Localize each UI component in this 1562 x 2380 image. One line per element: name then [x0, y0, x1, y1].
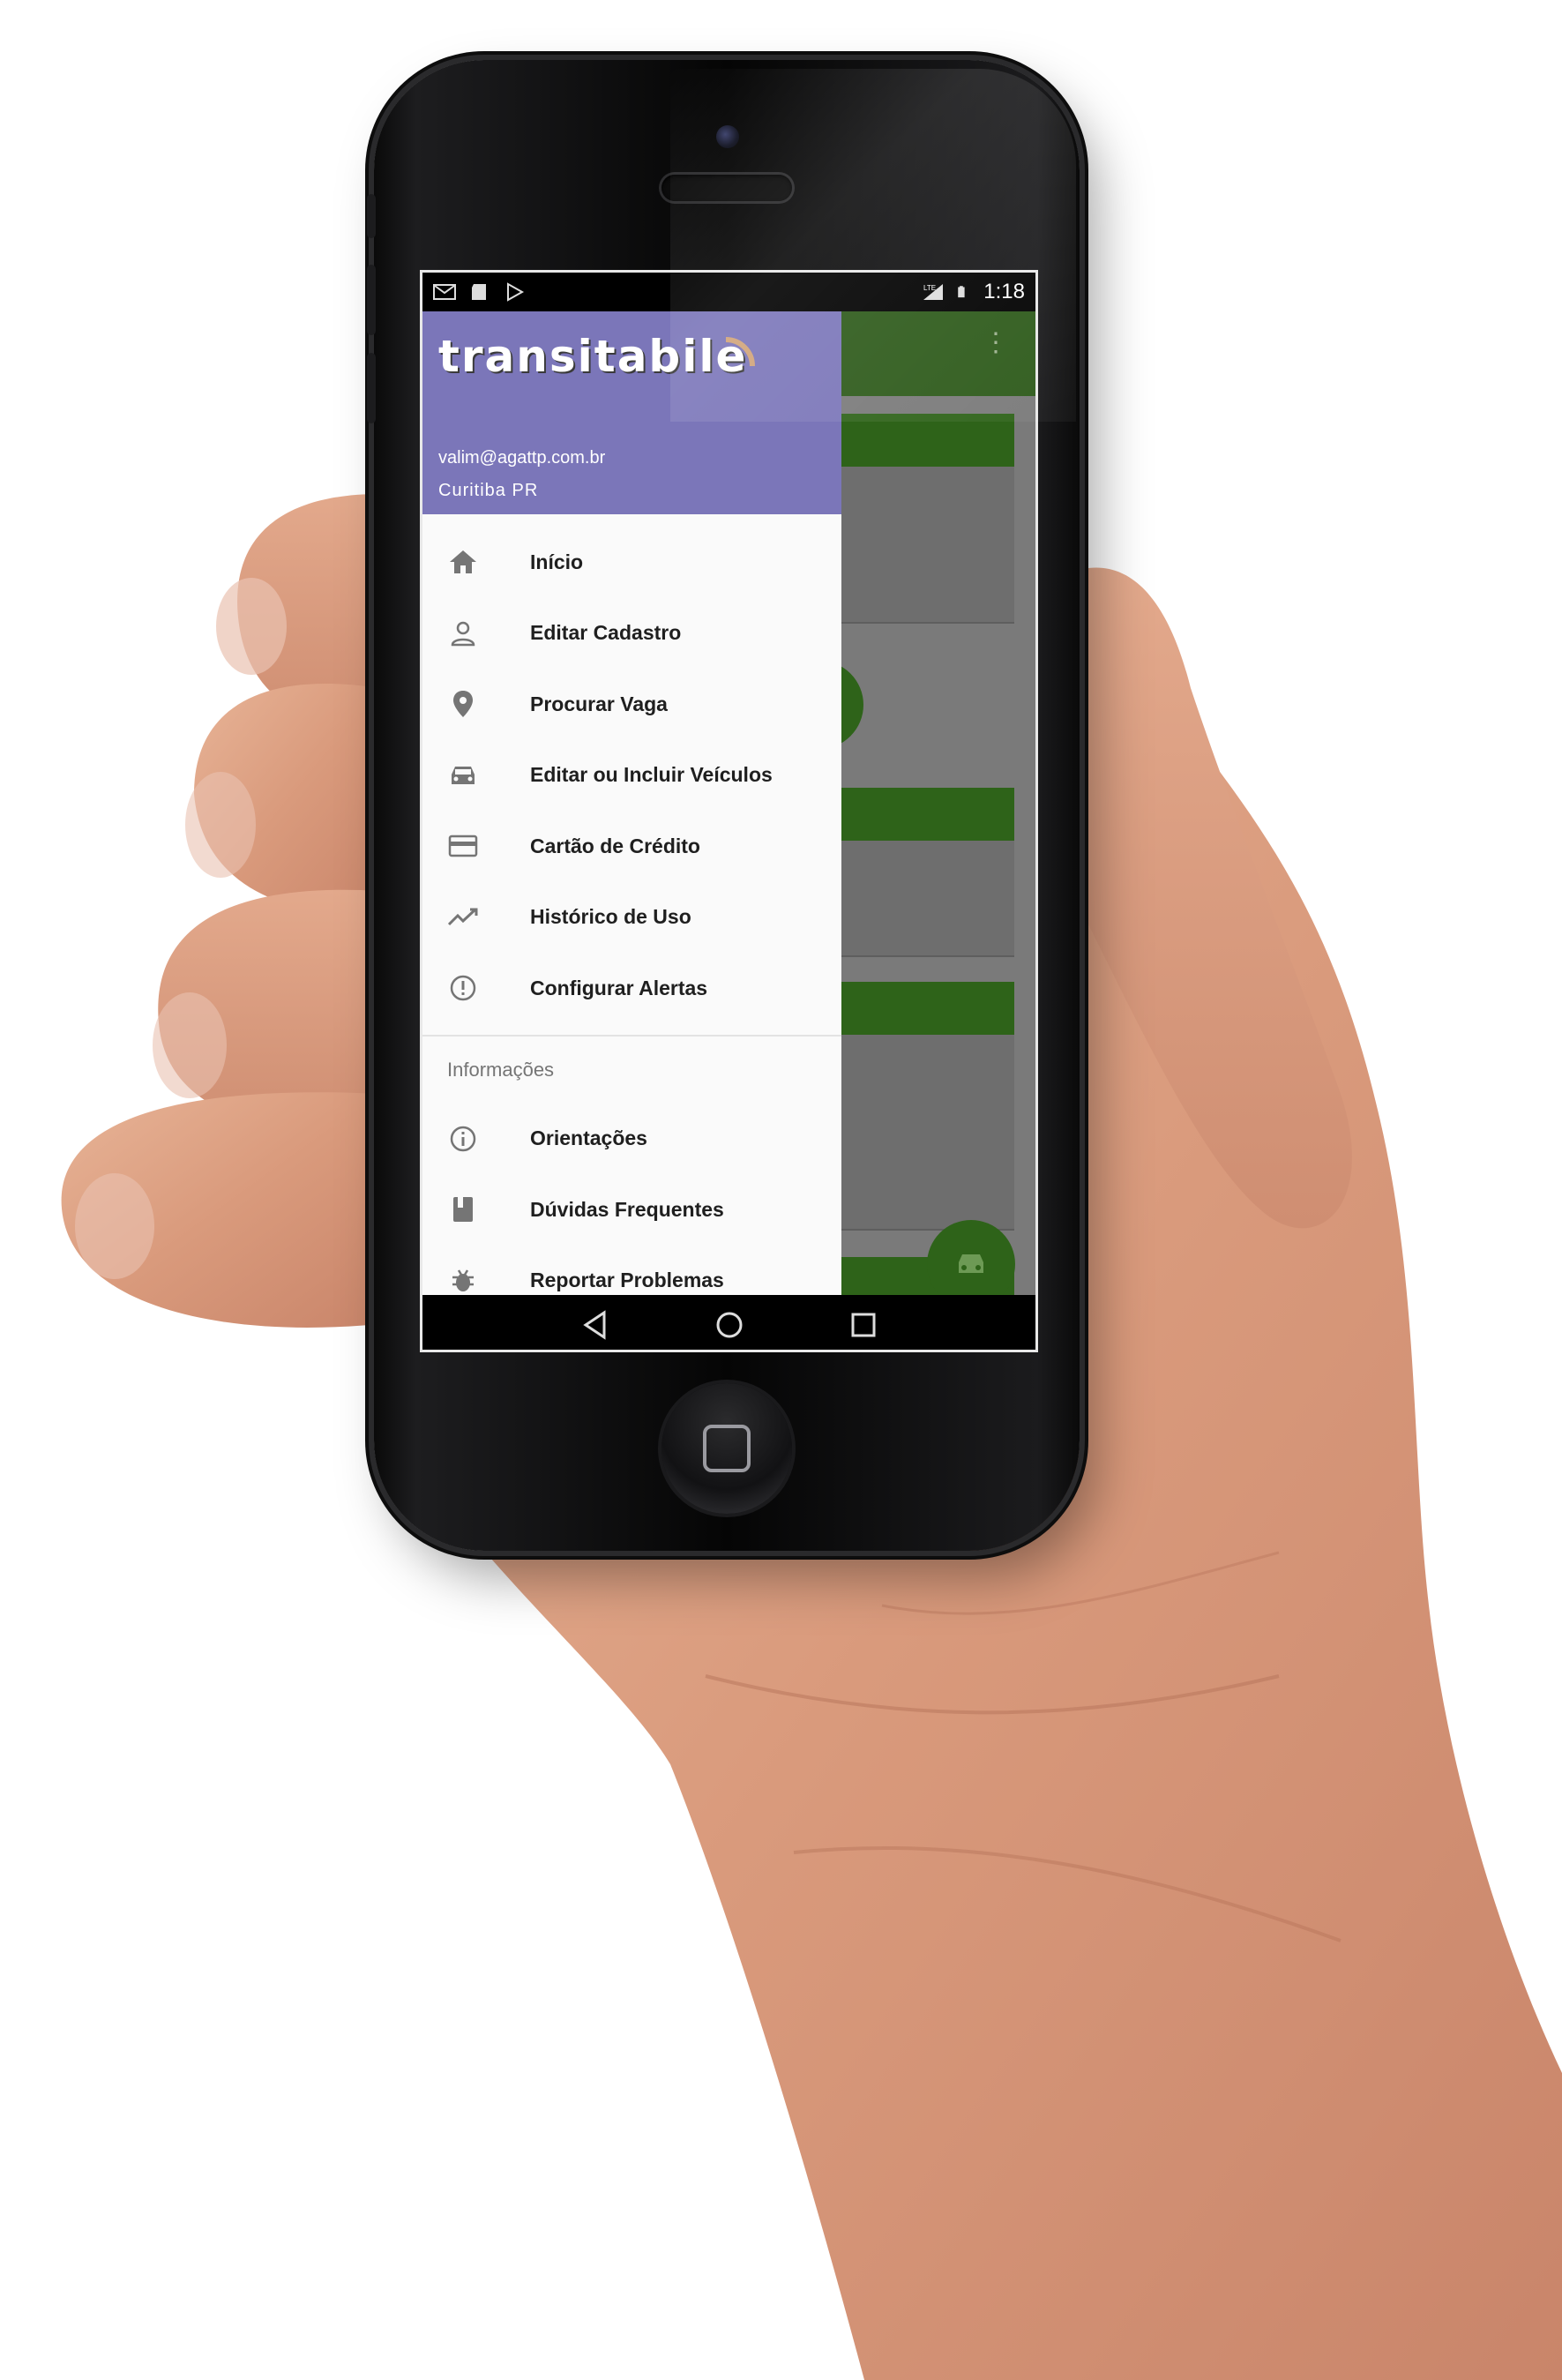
info-icon	[447, 1123, 479, 1155]
home-icon	[447, 546, 479, 578]
front-camera	[716, 125, 739, 148]
home-square-icon	[703, 1425, 751, 1472]
car-fab-icon	[959, 1254, 983, 1273]
menu-label: Reportar Problemas	[530, 1269, 724, 1292]
bug-icon	[447, 1265, 479, 1295]
app-logo: transitabile	[438, 331, 748, 382]
menu-item-editar-cadastro[interactable]: Editar Cadastro	[422, 598, 841, 670]
battery-icon	[958, 286, 965, 298]
logo-signal-icon	[725, 337, 755, 367]
status-right: LTE 1:18	[922, 280, 1025, 304]
book-icon	[447, 1194, 479, 1225]
menu-label: Orientações	[530, 1126, 647, 1150]
menu-label: Procurar Vaga	[530, 692, 668, 715]
earpiece-speaker	[661, 175, 792, 201]
clock-text: 1:18	[983, 280, 1025, 303]
status-left	[433, 282, 527, 302]
phone-screen: LTE 1:18 ⋮ transitabile valim@agattp.com…	[420, 270, 1038, 1352]
section-title-informacoes: Informações	[447, 1058, 555, 1081]
menu-label: Cartão de Crédito	[530, 834, 700, 857]
back-icon[interactable]	[581, 1310, 609, 1340]
menu-item-veiculos[interactable]: Editar ou Incluir Veículos	[422, 740, 841, 812]
menu-label: Configurar Alertas	[530, 976, 708, 999]
android-nav-bar	[422, 1295, 1035, 1350]
trending-icon	[447, 902, 479, 933]
drawer-header: transitabile valim@agattp.com.br Curitib…	[422, 311, 841, 514]
navigation-drawer: transitabile valim@agattp.com.br Curitib…	[422, 311, 841, 1295]
menu-item-procurar-vaga[interactable]: Procurar Vaga	[422, 669, 841, 740]
sd-card-icon	[472, 284, 486, 300]
overflow-menu-icon: ⋮	[983, 328, 1009, 357]
status-bar: LTE 1:18	[422, 273, 1035, 311]
menu-label: Dúvidas Frequentes	[530, 1197, 724, 1221]
menu-label: Editar ou Incluir Veículos	[530, 763, 773, 787]
menu-item-cartao[interactable]: Cartão de Crédito	[422, 811, 841, 882]
person-icon	[447, 617, 479, 649]
menu-item-inicio[interactable]: Início	[422, 527, 841, 598]
play-store-icon	[507, 282, 525, 302]
drawer-menu: Início Editar Cadastro Procurar Vaga Edi…	[422, 527, 841, 1295]
user-city: Curitiba PR	[438, 481, 539, 500]
menu-item-duvidas[interactable]: Dúvidas Frequentes	[422, 1174, 841, 1246]
menu-label: Histórico de Uso	[530, 905, 691, 929]
signal-icon: LTE	[923, 284, 944, 300]
user-email: valim@agattp.com.br	[438, 448, 606, 468]
menu-label: Editar Cadastro	[530, 621, 682, 645]
menu-label: Início	[530, 550, 584, 573]
recents-icon[interactable]	[850, 1312, 877, 1338]
car-icon	[447, 760, 479, 791]
alert-icon	[447, 972, 479, 1004]
menu-item-alertas[interactable]: Configurar Alertas	[422, 953, 841, 1024]
home-nav-icon[interactable]	[714, 1310, 744, 1340]
volume-up-button	[367, 265, 376, 335]
menu-item-orientacoes[interactable]: Orientações	[422, 1104, 841, 1175]
location-pin-icon	[447, 688, 479, 720]
gmail-icon	[433, 284, 456, 300]
menu-item-historico[interactable]: Histórico de Uso	[422, 882, 841, 954]
credit-card-icon	[447, 830, 479, 862]
volume-down-button	[367, 353, 376, 423]
menu-item-reportar[interactable]: Reportar Problemas	[422, 1246, 841, 1296]
svg-text:LTE: LTE	[923, 284, 936, 292]
mute-switch	[367, 194, 376, 238]
home-button[interactable]	[661, 1383, 792, 1514]
